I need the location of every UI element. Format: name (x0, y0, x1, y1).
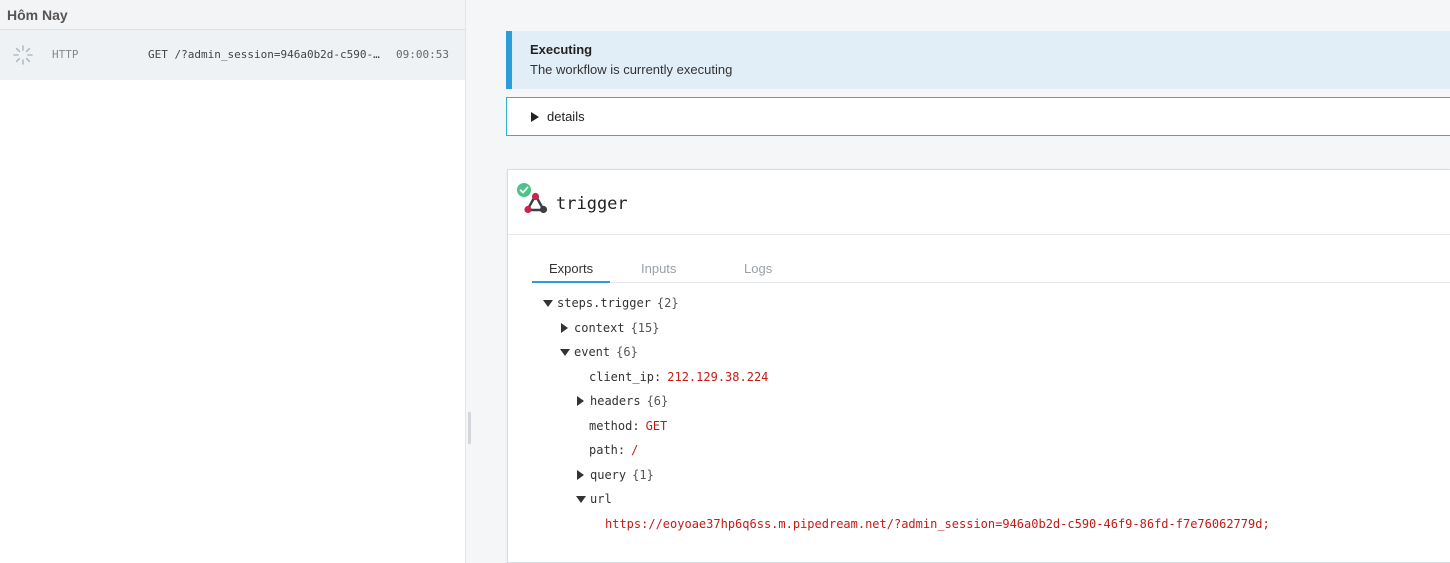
tree-count: {15} (630, 321, 660, 335)
tree-value: / (631, 443, 639, 457)
check-icon (515, 181, 533, 199)
details-toggle[interactable]: details (506, 97, 1450, 136)
collapse-triangle-icon (576, 495, 586, 503)
tree-key: url (590, 492, 612, 506)
tree-key: headers (590, 394, 641, 408)
tree-node-path: path: / (589, 443, 638, 457)
event-list-item[interactable]: HTTP GET /?admin_session=946a0b2d-c590-4… (0, 30, 465, 80)
collapse-triangle-icon (560, 348, 570, 356)
step-name: trigger (556, 194, 628, 214)
loading-spinner-icon (13, 45, 33, 65)
panel-resize-handle[interactable] (468, 412, 471, 444)
tree-node-url[interactable]: url (576, 492, 612, 506)
expand-triangle-icon (577, 470, 584, 480)
tree-node-context[interactable]: context {15} (561, 321, 659, 335)
tree-count: {1} (632, 468, 654, 482)
tree-node-steps-trigger[interactable]: steps.trigger {2} (543, 296, 679, 310)
tree-key: method: (589, 419, 640, 433)
sidebar-header: Hôm Nay (0, 0, 465, 30)
active-tab-indicator (532, 281, 610, 283)
events-sidebar: Hôm Nay HTTP GET /?admin_session=946a0b2… (0, 0, 466, 563)
tree-key: event (574, 345, 611, 359)
tree-value: 212.129.38.224 (667, 370, 769, 384)
tab-exports[interactable]: Exports (549, 261, 593, 276)
execution-status-banner: Executing The workflow is currently exec… (506, 31, 1450, 89)
step-tabs: Exports Inputs Logs (532, 252, 1450, 283)
tree-key: steps.trigger (557, 296, 651, 310)
event-timestamp: 09:00:53 (396, 48, 449, 61)
status-title: Executing (530, 42, 593, 57)
tree-node-event[interactable]: event {6} (560, 345, 638, 359)
expand-triangle-icon (531, 111, 539, 122)
tree-value: GET (645, 419, 668, 433)
tab-logs[interactable]: Logs (744, 261, 772, 276)
tree-node-headers[interactable]: headers {6} (577, 394, 668, 408)
event-request-path: GET /?admin_session=946a0b2d-c590-46f9-8… (148, 48, 384, 61)
tree-node-method: method: GET (589, 419, 667, 433)
tree-node-client-ip: client_ip: 212.129.38.224 (589, 370, 768, 384)
tab-inputs[interactable]: Inputs (641, 261, 676, 276)
trigger-step-card: trigger Exports Inputs Logs steps.trigge… (507, 169, 1450, 563)
tree-key: query (590, 468, 627, 482)
tree-key: path: (589, 443, 626, 457)
expand-triangle-icon (577, 396, 584, 406)
details-label: details (547, 109, 585, 124)
collapse-triangle-icon (543, 299, 553, 307)
event-source-label: HTTP (52, 48, 79, 61)
tree-node-url-value: https://eoyoae37hp6q6ss.m.pipedream.net/… (605, 517, 1270, 531)
expand-triangle-icon (561, 323, 568, 333)
tree-value: https://eoyoae37hp6q6ss.m.pipedream.net/… (605, 517, 1270, 531)
tree-count: {6} (616, 345, 638, 359)
step-header[interactable]: trigger (508, 170, 1450, 235)
tree-count: {2} (656, 296, 679, 310)
tree-count: {6} (646, 394, 669, 408)
tree-node-query[interactable]: query {1} (577, 468, 654, 482)
tree-key: context (574, 321, 625, 335)
tree-key: client_ip: (589, 370, 662, 384)
status-message: The workflow is currently executing (530, 62, 733, 77)
